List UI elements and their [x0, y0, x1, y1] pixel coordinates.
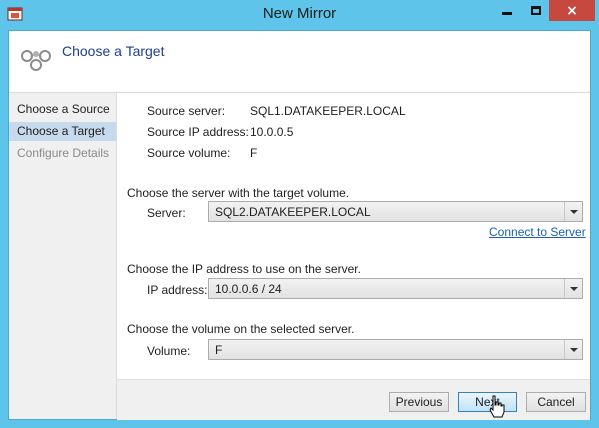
close-icon: × — [566, 2, 578, 19]
target-server-instruction: Choose the server with the target volume… — [127, 186, 350, 200]
ip-address-label: IP address: — [147, 283, 208, 297]
source-ip-label: Source IP address: — [147, 125, 249, 139]
source-server-label: Source server: — [147, 104, 226, 118]
source-ip-value: 10.0.0.5 — [250, 125, 294, 139]
mirror-nodes-icon — [21, 50, 51, 71]
volume-select-value: F — [215, 343, 223, 357]
title-bar[interactable]: New Mirror × — [0, 0, 599, 30]
server-select[interactable]: SQL2.DATAKEEPER.LOCAL — [208, 201, 583, 222]
button-bar: Previous Next Cancel — [117, 379, 590, 420]
source-server-value: SQL1.DATAKEEPER.LOCAL — [250, 104, 406, 118]
minimize-icon — [501, 12, 512, 15]
target-ip-instruction: Choose the IP address to use on the serv… — [127, 262, 361, 276]
source-volume-label: Source volume: — [147, 146, 231, 160]
next-button[interactable]: Next — [458, 392, 517, 412]
maximize-icon — [530, 6, 541, 15]
minimize-button[interactable] — [492, 0, 521, 21]
cancel-button[interactable]: Cancel — [526, 392, 586, 412]
server-label: Server: — [147, 206, 186, 220]
chevron-down-icon[interactable] — [564, 279, 582, 298]
target-volume-instruction: Choose the volume on the selected server… — [127, 322, 355, 336]
close-button[interactable]: × — [549, 0, 595, 21]
nav-item-choose-source[interactable]: Choose a Source — [9, 100, 116, 119]
nav-item-configure-details: Configure Details — [17, 146, 110, 160]
page-title: Choose a Target — [62, 43, 165, 59]
volume-label: Volume: — [147, 344, 191, 358]
chevron-down-icon[interactable] — [564, 202, 582, 221]
volume-select[interactable]: F — [208, 339, 583, 360]
maximize-button[interactable] — [522, 0, 549, 21]
wizard-header: Choose a Target — [9, 31, 590, 93]
chevron-down-icon[interactable] — [564, 340, 582, 359]
previous-button[interactable]: Previous — [389, 392, 449, 412]
ip-address-select[interactable]: 10.0.0.6 / 24 — [208, 278, 583, 299]
server-select-value: SQL2.DATAKEEPER.LOCAL — [215, 205, 371, 219]
connect-to-server-link[interactable]: Connect to Server — [489, 225, 586, 239]
ip-address-select-value: 10.0.0.6 / 24 — [215, 282, 282, 296]
source-volume-value: F — [250, 146, 258, 160]
dialog-body: Choose a Target Choose a Source Choose a… — [8, 30, 591, 420]
nav-item-choose-target[interactable]: Choose a Target — [9, 122, 116, 141]
wizard-content: Source server: SQL1.DATAKEEPER.LOCAL Sou… — [117, 93, 590, 420]
hand-cursor-icon — [489, 395, 505, 418]
wizard-steps-nav: Choose a Source Choose a Target Configur… — [9, 93, 117, 419]
